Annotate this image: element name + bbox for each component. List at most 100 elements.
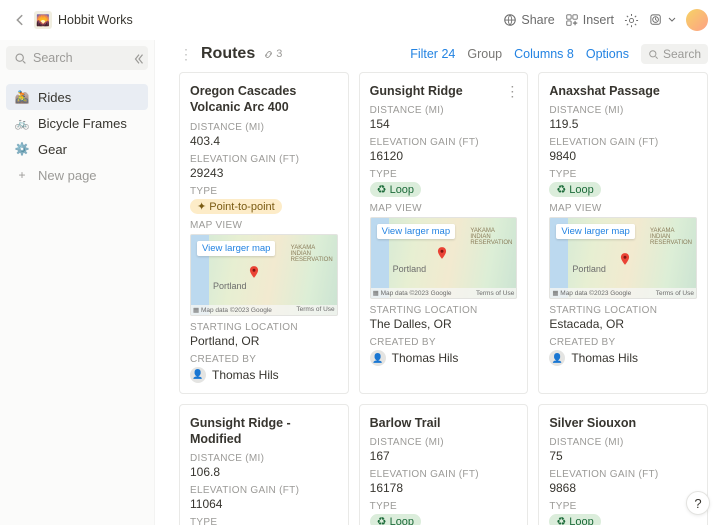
page-title-wrap: ⋮ Routes 3 [179,45,410,63]
card-title: Gunsight Ridge [370,83,518,99]
map-attribution: ▦ Map data ©2023 GoogleTerms of Use [191,305,337,315]
field-label-distance: DISTANCE (MI) [370,437,518,448]
field-label-distance: DISTANCE (MI) [370,105,518,116]
mountain-bike-icon: 🚵 [14,89,30,105]
drag-handle-icon[interactable]: ⋮ [179,46,193,63]
field-value-elevation: 16178 [370,481,518,495]
field-value-elevation: 9868 [549,481,697,495]
field-value-distance: 119.5 [549,117,697,131]
field-label-start: STARTING LOCATION [549,305,697,316]
field-label-distance: DISTANCE (MI) [549,105,697,116]
field-label-elevation: ELEVATION GAIN (FT) [190,485,338,496]
field-value-start: Portland, OR [190,334,338,348]
field-value-distance: 403.4 [190,134,338,148]
creator-name: Thomas Hils [392,351,459,365]
field-label-map: MAP VIEW [370,203,518,214]
bike-icon: 🚲 [14,115,30,131]
map-thumbnail[interactable]: View larger map YAKAMAINDIANRESERVATION … [549,217,697,299]
field-label-elevation: ELEVATION GAIN (FT) [370,469,518,480]
sidebar-new-page-label: New page [38,168,97,183]
creator-name: Thomas Hils [212,368,279,382]
share-label: Share [521,13,554,27]
sidebar-new-page[interactable]: + New page [6,162,148,188]
sidebar-collapse-button[interactable] [132,52,146,69]
sidebar-search[interactable]: Search [6,46,148,70]
map-thumbnail[interactable]: View larger map YAKAMAINDIANRESERVATION … [370,217,518,299]
sidebar-item-label: Bicycle Frames [38,116,127,131]
options-button[interactable]: Options [586,47,629,61]
field-label-type: TYPE [190,517,338,525]
back-button[interactable] [12,12,28,28]
map-label-portland: Portland [572,264,606,274]
columns-button[interactable]: Columns 8 [514,47,574,61]
workspace-title[interactable]: Hobbit Works [58,13,133,27]
view-toolbar: Filter 24 Group Columns 8 Options Search [410,44,708,64]
field-value-elevation: 9840 [549,149,697,163]
sidebar-search-placeholder: Search [33,51,73,65]
map-label-reservation: YAKAMAINDIANRESERVATION [470,228,512,246]
field-label-distance: DISTANCE (MI) [549,437,697,448]
type-badge-ptp: ✦ Point-to-point [190,199,282,214]
field-label-created: CREATED BY [549,337,697,348]
route-card[interactable]: Barlow Trail DISTANCE (MI) 167 ELEVATION… [359,404,529,525]
type-badge-loop: ♻ Loop [370,182,421,197]
sidebar-item-frames[interactable]: 🚲 Bicycle Frames [6,110,148,136]
field-label-elevation: ELEVATION GAIN (FT) [370,137,518,148]
sidebar-item-gear[interactable]: ⚙️ Gear [6,136,148,162]
field-value-type: ♻ Loop [549,513,697,525]
page-title[interactable]: Routes [201,45,255,63]
map-label-reservation: YAKAMAINDIANRESERVATION [650,228,692,246]
field-label-map: MAP VIEW [549,203,697,214]
route-card[interactable]: Anaxshat Passage DISTANCE (MI) 119.5 ELE… [538,72,708,394]
sidebar-item-rides[interactable]: 🚵 Rides [6,84,148,110]
view-larger-map-link[interactable]: View larger map [377,224,455,239]
clock-button[interactable] [649,13,676,28]
field-label-elevation: ELEVATION GAIN (FT) [549,469,697,480]
gear-icon: ⚙️ [14,141,30,157]
link-count-badge[interactable]: 3 [263,48,282,60]
toolbar-search[interactable]: Search [641,44,708,64]
topbar-left: 🌄 Hobbit Works [12,11,503,29]
card-title: Anaxshat Passage [549,83,697,99]
field-label-elevation: ELEVATION GAIN (FT) [190,154,338,165]
map-thumbnail[interactable]: View larger map YAKAMAINDIANRESERVATION … [190,234,338,316]
sidebar: Search 🚵 Rides 🚲 Bicycle Frames ⚙️ Gear … [0,40,155,525]
field-label-map: MAP VIEW [190,220,338,231]
map-pin-icon [435,246,449,260]
map-label-portland: Portland [393,264,427,274]
field-value-elevation: 16120 [370,149,518,163]
help-button[interactable]: ? [686,491,710,515]
route-card[interactable]: Oregon Cascades Volcanic Arc 400 DISTANC… [179,72,349,394]
field-value-elevation: 11064 [190,497,338,511]
insert-button[interactable]: Insert [565,13,614,27]
field-label-distance: DISTANCE (MI) [190,122,338,133]
field-label-type: TYPE [549,501,697,512]
share-button[interactable]: Share [503,13,554,27]
creator-row: 👤 Thomas Hils [190,367,338,383]
field-value-type: ♻ Loop [370,181,518,197]
field-label-type: TYPE [370,501,518,512]
map-pin-icon [247,265,261,279]
view-larger-map-link[interactable]: View larger map [556,224,634,239]
card-grid: Oregon Cascades Volcanic Arc 400 DISTANC… [179,72,708,525]
type-badge-loop: ♻ Loop [549,182,600,197]
settings-button[interactable] [624,13,639,28]
view-larger-map-link[interactable]: View larger map [197,241,275,256]
field-value-distance: 167 [370,449,518,463]
toolbar-search-label: Search [663,47,701,61]
route-card[interactable]: ⋮ Gunsight Ridge DISTANCE (MI) 154 ELEVA… [359,72,529,394]
field-value-elevation: 29243 [190,166,338,180]
field-label-created: CREATED BY [190,354,338,365]
map-label-portland: Portland [213,281,247,291]
filter-button[interactable]: Filter 24 [410,47,455,61]
group-button[interactable]: Group [467,47,502,61]
insert-label: Insert [583,13,614,27]
creator-row: 👤 Thomas Hils [370,350,518,366]
card-more-button[interactable]: ⋮ [505,83,519,100]
route-card[interactable]: Gunsight Ridge - Modified DISTANCE (MI) … [179,404,349,525]
field-value-type: ♻ Loop [549,181,697,197]
map-label-reservation: YAKAMAINDIANRESERVATION [291,245,333,263]
route-card[interactable]: Silver Siouxon DISTANCE (MI) 75 ELEVATIO… [538,404,708,525]
user-avatar[interactable] [686,9,708,31]
topbar: 🌄 Hobbit Works Share Insert [0,0,720,40]
